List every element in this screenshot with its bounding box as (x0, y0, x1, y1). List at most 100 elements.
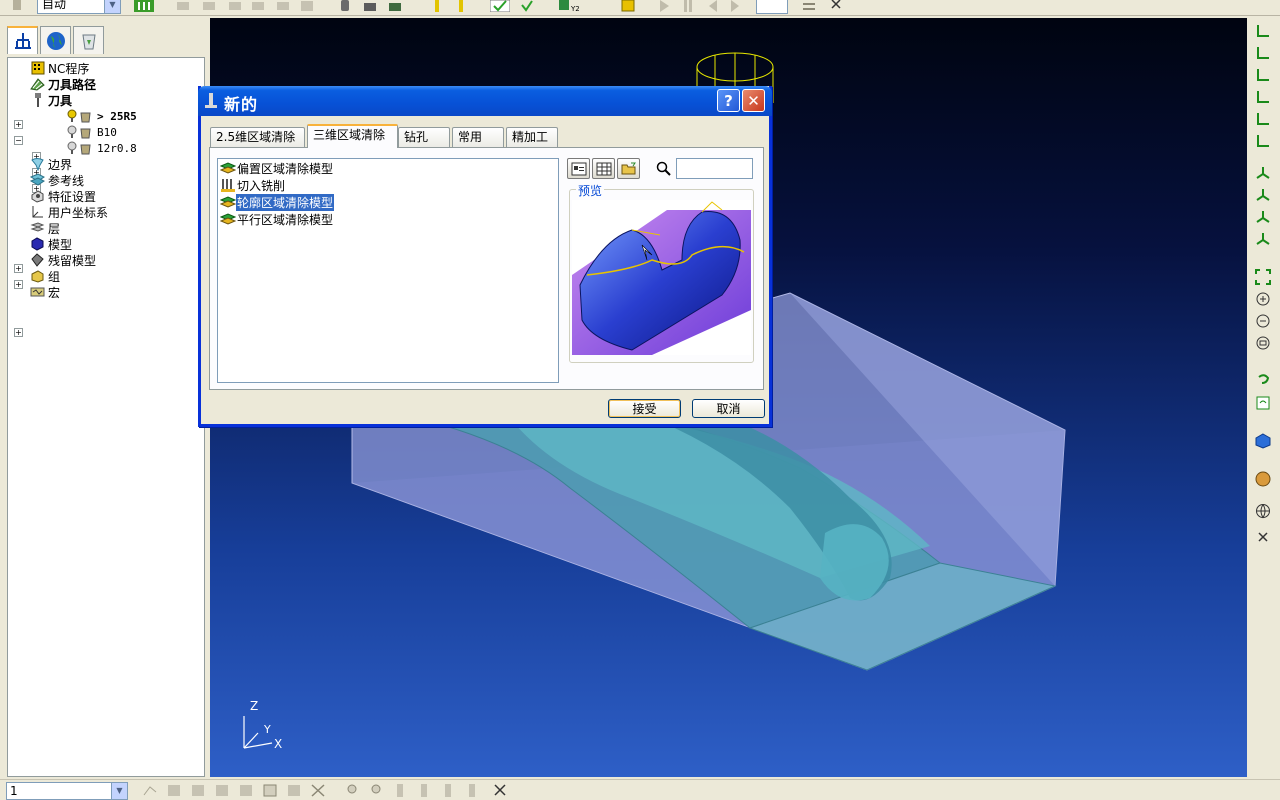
tree-item-macros[interactable]: 宏 (30, 284, 60, 300)
dialog-title-bar[interactable]: 新的 ? ✕ (198, 86, 772, 116)
tool-icon[interactable] (392, 783, 408, 798)
view-front-icon[interactable] (1254, 44, 1272, 62)
list-item-profile-area-clear[interactable]: 轮廓区域清除模型 (220, 193, 335, 211)
workplane-icon[interactable] (214, 783, 230, 798)
close-button[interactable]: ✕ (742, 89, 765, 112)
toolpath-icon[interactable] (251, 0, 265, 12)
workplane-icon[interactable] (286, 783, 302, 798)
expand-toolpaths[interactable]: + (14, 120, 23, 129)
grid-icon[interactable] (621, 0, 635, 12)
hand-icon[interactable] (338, 0, 352, 12)
expand-macros[interactable]: + (14, 328, 23, 337)
tool-icon[interactable] (454, 0, 468, 12)
toolpath-icon[interactable] (228, 0, 242, 12)
bar-chart-icon[interactable] (134, 0, 154, 12)
undo-view-icon[interactable] (1254, 370, 1272, 388)
view-bottom-icon[interactable] (1254, 132, 1272, 150)
tree-item-tool-b10[interactable]: B10 (66, 124, 117, 140)
workplane-select[interactable]: 1 ▼ (6, 782, 128, 800)
tree-item-workplanes[interactable]: 用户坐标系 (30, 204, 108, 220)
expand-levels[interactable]: + (14, 264, 23, 273)
tool-icon[interactable] (344, 783, 360, 798)
tab-globe[interactable] (40, 26, 71, 54)
tree-item-nc-program[interactable]: NC程序 (30, 60, 89, 76)
list-item-raster-area-clear[interactable]: 平行区域清除模型 (220, 211, 334, 227)
zoom-out-icon[interactable] (1254, 312, 1272, 330)
rewind-icon[interactable] (705, 0, 719, 12)
tab-3d-area-clearance[interactable]: 三维区域清除 (307, 124, 398, 148)
camera-icon[interactable] (388, 0, 402, 12)
iso-view-icon[interactable] (1254, 164, 1272, 182)
tree-item-levels[interactable]: 层 (30, 220, 60, 236)
chevron-down-icon[interactable]: ▼ (111, 783, 127, 799)
refresh-icon[interactable] (1254, 394, 1272, 412)
workplane-icon[interactable] (166, 783, 182, 798)
tool-icon[interactable] (368, 783, 384, 798)
play-icon[interactable] (657, 0, 671, 12)
tree-item-boundaries[interactable]: 边界 (30, 156, 72, 172)
workplane-icon[interactable] (238, 783, 254, 798)
pause-icon[interactable] (681, 0, 695, 12)
tool-icon[interactable] (430, 0, 444, 12)
chevron-down-icon[interactable]: ▼ (104, 0, 120, 13)
camera-icon[interactable] (363, 0, 377, 12)
collapse-tools[interactable]: − (14, 136, 23, 145)
expand-models[interactable]: + (14, 280, 23, 289)
zoom-in-icon[interactable] (1254, 290, 1272, 308)
iso-view-icon[interactable] (1254, 186, 1272, 204)
view-right-icon[interactable] (1254, 110, 1272, 128)
check-icon[interactable] (490, 0, 510, 12)
strategy-list[interactable]: 偏置区域清除模型 切入铣削 轮廓区域清除模型 平行区域清除模型 (217, 158, 559, 383)
tab-explorer[interactable] (7, 26, 38, 54)
cut-icon[interactable] (310, 783, 326, 798)
icon-view-button[interactable] (567, 158, 590, 179)
close-icon[interactable] (492, 783, 508, 798)
check-icon[interactable] (520, 0, 534, 12)
tool-icon[interactable] (416, 783, 432, 798)
tab-finishing[interactable]: 精加工 (506, 127, 558, 147)
help-button[interactable]: ? (717, 89, 740, 112)
tab-recycle-bin[interactable] (73, 26, 104, 54)
list-view-button[interactable] (592, 158, 615, 179)
zoom-previous-icon[interactable] (1254, 334, 1272, 352)
tree-item-feature-sets[interactable]: 特征设置 (30, 188, 96, 204)
search-input[interactable] (676, 158, 753, 179)
view-top-icon[interactable] (1254, 22, 1272, 40)
list-item-offset-area-clear[interactable]: 偏置区域清除模型 (220, 160, 334, 176)
open-folder-button[interactable] (617, 158, 640, 179)
tool-icon[interactable] (10, 0, 24, 12)
zoom-fit-icon[interactable] (1254, 268, 1272, 286)
globe-icon[interactable] (1254, 502, 1272, 520)
view-left-icon[interactable] (1254, 88, 1272, 106)
close-icon[interactable] (829, 0, 843, 12)
tab-drilling[interactable]: 钻孔 (398, 127, 450, 147)
tab-general[interactable]: 常用 (452, 127, 504, 147)
tree-item-patterns[interactable]: 参考线 (30, 172, 84, 188)
tree-item-stock-models[interactable]: 残留模型 (30, 252, 96, 268)
tree-item-tool-25r5[interactable]: > 25R5 (66, 108, 137, 124)
fast-forward-icon[interactable] (729, 0, 743, 12)
accept-button[interactable]: 接受 (608, 399, 681, 418)
tree-item-tool-12r08[interactable]: 12r0.8 (66, 140, 137, 156)
tree-item-toolpaths[interactable]: 刀具路径 (30, 76, 96, 92)
mode-select[interactable]: 自动 ▼ (37, 0, 121, 14)
tree-item-groups[interactable]: 组 (30, 268, 60, 284)
tab-2-5d-area-clearance[interactable]: 2.5维区域清除 (210, 127, 305, 147)
tool-icon[interactable] (440, 783, 456, 798)
list-item-plunge-milling[interactable]: 切入铣削 (220, 177, 286, 193)
iso-view-icon[interactable] (1254, 208, 1272, 226)
iso-view-icon[interactable] (1254, 230, 1272, 248)
menu-icon[interactable] (802, 0, 816, 12)
close-icon[interactable] (1254, 528, 1272, 546)
table-icon[interactable] (262, 783, 278, 798)
workplane-icon[interactable]: Y2 (557, 0, 579, 12)
toolpath-icon[interactable] (176, 0, 190, 12)
tool-icon[interactable] (464, 783, 480, 798)
toolpath-icon[interactable] (202, 0, 216, 12)
material-icon[interactable] (1254, 470, 1272, 488)
tree-item-models[interactable]: 模型 (30, 236, 72, 252)
cancel-button[interactable]: 取消 (692, 399, 765, 418)
workplane-icon[interactable] (142, 783, 158, 798)
view-back-icon[interactable] (1254, 66, 1272, 84)
tree-item-tools[interactable]: 刀具 (30, 92, 72, 108)
